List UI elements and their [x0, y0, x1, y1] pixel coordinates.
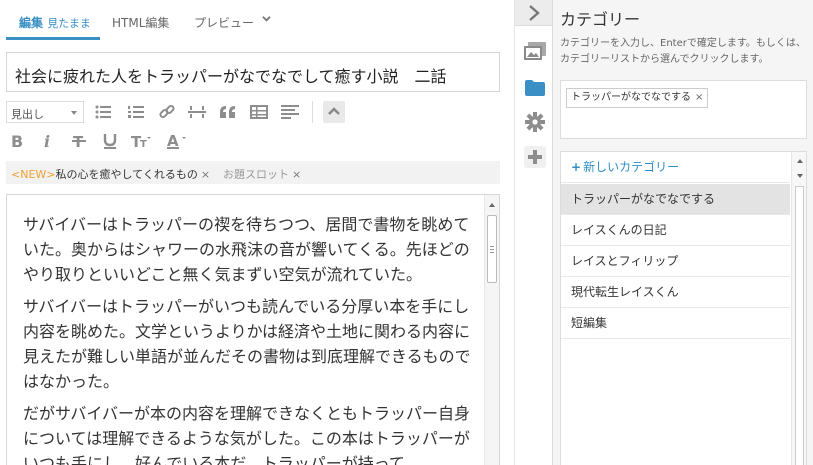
- category-input[interactable]: トラッパーがなでなでする ×: [560, 80, 807, 139]
- underline-icon[interactable]: [99, 130, 121, 152]
- body-scrollbar[interactable]: [484, 195, 499, 465]
- folder-icon[interactable]: [524, 77, 546, 99]
- body-text[interactable]: サバイバーはトラッパーの禊を待ちつつ、居間で書物を眺めていた。奥からはシャワーの…: [23, 212, 481, 465]
- editor-pane: 編集 見たまま HTML編集 プレビュー 社会に疲れた人をトラッパーがなでなでし…: [0, 0, 508, 465]
- body-editor[interactable]: サバイバーはトラッパーの禊を待ちつつ、居間で書物を眺めていた。奥からはシャワーの…: [6, 194, 500, 465]
- collapse-up-icon[interactable]: [323, 101, 345, 123]
- scrollbar-thumb[interactable]: [795, 186, 804, 465]
- tab-preview[interactable]: プレビュー: [194, 14, 254, 31]
- category-item[interactable]: トラッパーがなでなでする: [561, 184, 790, 215]
- svg-text:B: B: [11, 133, 23, 149]
- category-description: カテゴリーを入力し、Enterで確定します。もしくは、カテゴリーリストから選んで…: [560, 38, 806, 65]
- new-badge: <NEW>: [11, 168, 56, 181]
- strikethrough-icon[interactable]: T: [68, 130, 90, 152]
- tab-edit-label: 編集: [19, 16, 44, 30]
- chevron-right-icon[interactable]: [515, 0, 553, 26]
- tab-edit[interactable]: 編集 見たまま: [19, 14, 91, 31]
- category-list: + 新しいカテゴリー トラッパーがなでなでする レイスくんの日記 レイスとフィリッ…: [560, 151, 807, 465]
- category-item[interactable]: レイスとフィリップ: [561, 246, 790, 277]
- title-text: 社会に疲れた人をトラッパーがなでなでして癒す小説 二話: [15, 67, 447, 86]
- svg-text:A: A: [167, 133, 179, 149]
- scroll-up-icon[interactable]: [797, 159, 803, 163]
- font-size-icon[interactable]: TT: [130, 130, 152, 152]
- body-paragraph: サバイバーはトラッパーがいつも読んでいる分厚い本を手にし内容を眺めた。文学という…: [23, 297, 471, 391]
- quote-icon[interactable]: [217, 101, 239, 123]
- new-category-button[interactable]: + 新しいカテゴリー: [561, 152, 790, 183]
- topic-tag-label: お題スロット: [223, 168, 289, 181]
- scroll-down-icon[interactable]: [797, 174, 803, 178]
- category-item[interactable]: 現代転生レイスくん: [561, 277, 790, 308]
- link-icon[interactable]: [156, 101, 178, 123]
- close-icon[interactable]: ×: [292, 168, 301, 181]
- category-scrollbar[interactable]: [791, 152, 806, 465]
- horizontal-rule-icon[interactable]: [186, 101, 208, 123]
- new-category-label: 新しいカテゴリー: [583, 160, 680, 174]
- category-panel: カテゴリー カテゴリーを入力し、Enterで確定します。もしくは、カテゴリーリス…: [553, 0, 813, 465]
- tab-preview-label: プレビュー: [194, 16, 255, 30]
- scroll-up-icon[interactable]: [489, 203, 495, 207]
- font-color-icon[interactable]: A: [166, 130, 188, 152]
- topic-tag[interactable]: <NEW>私の心を癒やしてくれるもの ×: [11, 166, 210, 182]
- gear-icon[interactable]: [524, 111, 546, 133]
- select-caret-icon: [71, 111, 77, 115]
- image-icon[interactable]: [524, 40, 546, 62]
- table-icon[interactable]: [248, 101, 270, 123]
- close-icon[interactable]: ×: [695, 92, 703, 103]
- unordered-list-icon[interactable]: [92, 101, 114, 123]
- svg-text:i: i: [44, 133, 50, 149]
- topic-tag[interactable]: お題スロット ×: [223, 166, 301, 182]
- body-paragraph: だがサバイバーが本の内容を理解できなくともトラッパー自身については理解できるよう…: [23, 404, 471, 465]
- title-input[interactable]: 社会に疲れた人をトラッパーがなでなでして癒す小説 二話: [6, 52, 500, 92]
- chevron-down-icon[interactable]: [262, 14, 271, 23]
- category-title: カテゴリー: [560, 10, 641, 29]
- category-item[interactable]: レイスくんの日記: [561, 215, 790, 246]
- topic-tags: <NEW>私の心を癒やしてくれるもの × お題スロット ×: [6, 161, 500, 184]
- heading-select[interactable]: 見出し: [6, 101, 84, 123]
- scrollbar-thumb[interactable]: [487, 215, 497, 283]
- topic-tag-label: 私の心を癒やしてくれるもの: [55, 168, 198, 181]
- close-icon[interactable]: ×: [201, 168, 210, 181]
- side-icon-column: [514, 0, 553, 465]
- body-paragraph: サバイバーはトラッパーの禊を待ちつつ、居間で書物を眺めていた。奥からはシャワーの…: [23, 215, 470, 284]
- plus-icon[interactable]: [524, 146, 546, 168]
- toolbar-divider: [312, 101, 313, 123]
- tab-html[interactable]: HTML編集: [112, 14, 169, 31]
- italic-icon[interactable]: i: [37, 130, 59, 152]
- text-align-icon[interactable]: [279, 101, 301, 123]
- editor-tabs: 編集 見たまま HTML編集 プレビュー: [0, 0, 508, 40]
- ordered-list-icon[interactable]: [125, 101, 147, 123]
- selected-category-label: トラッパーがなでなでする: [571, 92, 691, 103]
- bold-icon[interactable]: B: [6, 130, 28, 152]
- plus-icon: +: [571, 160, 582, 174]
- heading-select-value: 見出し: [11, 108, 44, 121]
- svg-text:T: T: [140, 139, 147, 149]
- category-item[interactable]: 短編集: [561, 308, 790, 339]
- active-tab-indicator: [6, 37, 100, 40]
- selected-category-chip[interactable]: トラッパーがなでなでする ×: [566, 88, 709, 108]
- tab-edit-mode: 見たまま: [47, 17, 91, 30]
